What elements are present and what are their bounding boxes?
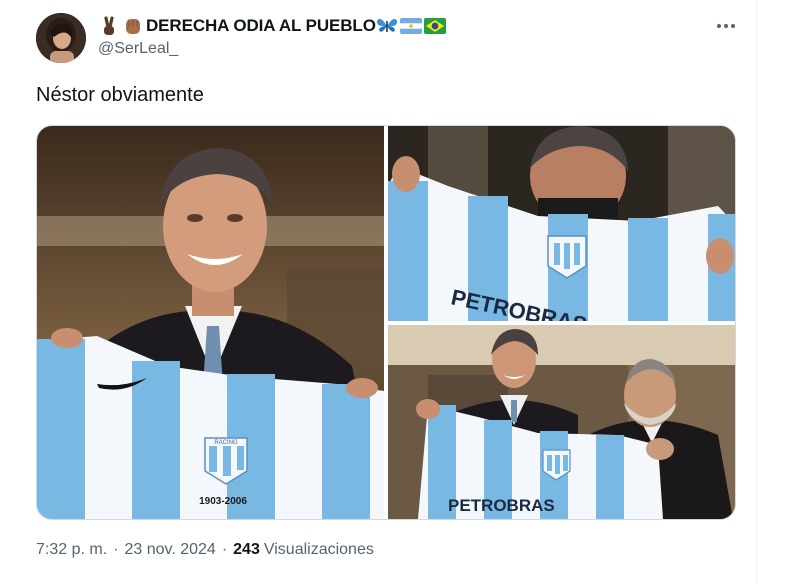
tweet-card: DERECHA ODIA AL PUEBLO @SerLeal_ Néstor … — [0, 0, 757, 584]
tweet-text: Néstor obviamente — [36, 84, 204, 106]
meta-separator: · — [221, 541, 228, 558]
meta-separator: · — [113, 541, 119, 558]
argentina-flag-icon — [399, 15, 422, 37]
more-dots-icon — [717, 24, 735, 28]
jersey-years-label: 1903-2006 — [199, 496, 247, 507]
jersey-crest-label: RACING — [214, 440, 238, 446]
jersey-sponsor-label-3: PETROBRAS — [448, 496, 555, 515]
author-display-name[interactable]: DERECHA ODIA AL PUEBLO — [146, 16, 376, 36]
raised-fist-icon — [122, 15, 144, 37]
victory-hand-icon — [98, 15, 120, 37]
media-photo-3[interactable]: PETROBRAS — [388, 325, 735, 519]
tweet-metadata: 7:32 p. m. · 23 nov. 2024 · 243 Visualiz… — [36, 541, 374, 559]
media-photo-2[interactable]: PETROBRAS — [388, 126, 735, 321]
brazil-flag-icon — [423, 15, 446, 37]
views-label: Visualizaciones — [263, 541, 374, 558]
author-handle[interactable]: @SerLeal_ — [98, 40, 178, 58]
media-grid: RACING 1903-2006 PETROBRAS PETROBRAS — [36, 125, 736, 520]
author-avatar[interactable] — [36, 13, 86, 63]
tweet-date[interactable]: 23 nov. 2024 — [124, 541, 215, 559]
butterfly-icon — [376, 15, 398, 37]
tweet-time[interactable]: 7:32 p. m. — [36, 541, 107, 559]
media-photo-1[interactable]: RACING 1903-2006 — [37, 126, 384, 519]
more-options-button[interactable] — [712, 14, 740, 38]
author-name-row[interactable]: DERECHA ODIA AL PUEBLO — [98, 14, 448, 38]
views-count: 243 — [233, 541, 260, 558]
